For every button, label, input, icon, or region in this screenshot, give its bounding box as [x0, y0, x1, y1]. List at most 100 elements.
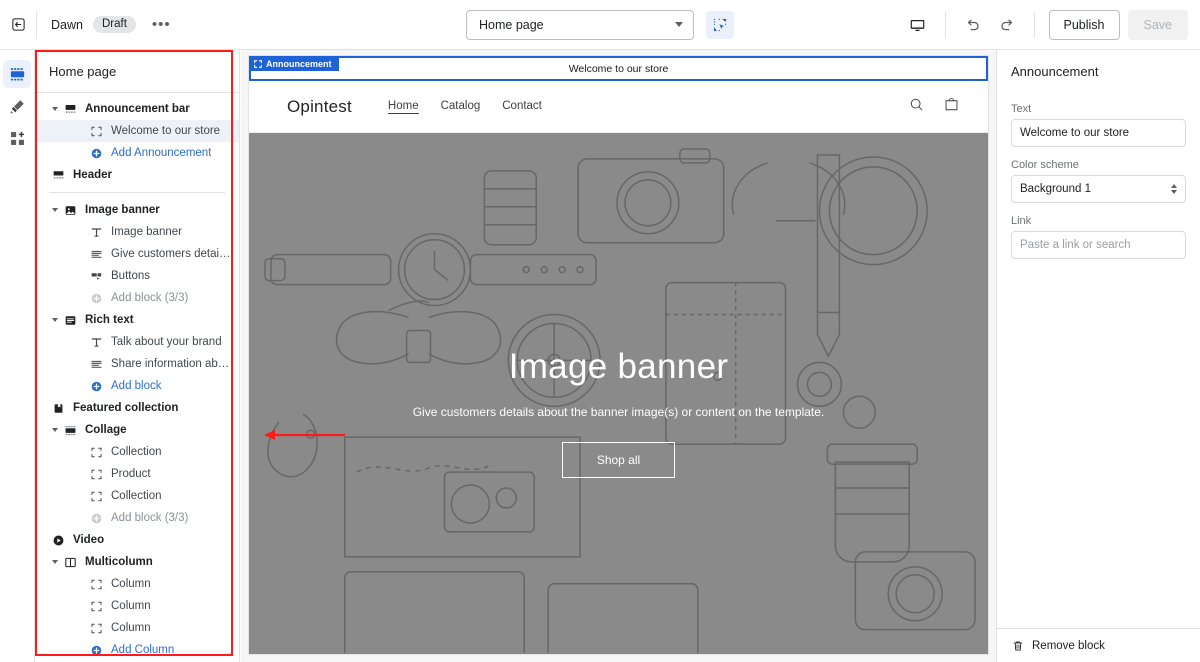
- inspector-toggle-button[interactable]: [706, 10, 734, 39]
- multicolumn-icon-wrap: [61, 553, 79, 571]
- announcement-bar-icon: [65, 104, 75, 113]
- buttons-icon: [91, 272, 101, 282]
- sidebar-block-row[interactable]: Collection: [35, 441, 239, 463]
- undo-button[interactable]: [956, 8, 990, 42]
- video-play-icon-wrap: [49, 531, 67, 549]
- video-play-icon: [53, 535, 63, 545]
- block-brackets-icon: [90, 579, 102, 589]
- page-selector-value: Home page: [479, 17, 544, 32]
- color-scheme-select[interactable]: Background 1: [1011, 175, 1186, 203]
- image-icon: [65, 205, 75, 215]
- rail-item-apps[interactable]: [3, 124, 31, 152]
- block-brackets-icon: [90, 126, 102, 136]
- sidebar-row-label: Column: [111, 600, 151, 612]
- sidebar-block-row[interactable]: Column: [35, 595, 239, 617]
- store-nav: Home Catalog Contact: [387, 100, 542, 114]
- circle-plus-icon-wrap: [87, 641, 105, 659]
- undo-arrow-icon: [967, 19, 979, 31]
- sidebar-row-label: Rich text: [85, 314, 134, 326]
- sidebar-row-label: Share information about you…: [111, 358, 231, 370]
- link-field-label: Link: [1011, 215, 1032, 227]
- preview-image-banner-section[interactable]: Image banner Give customers details abou…: [249, 133, 988, 654]
- chevron-down-icon[interactable]: [49, 318, 61, 322]
- save-button[interactable]: Save: [1127, 10, 1188, 40]
- chevron-down-icon: [675, 22, 683, 27]
- more-actions-button[interactable]: •••: [146, 15, 177, 35]
- sidebar-block-row[interactable]: Give customers details abou…: [35, 243, 239, 265]
- search-icon[interactable]: [908, 96, 925, 118]
- sidebar-section-row[interactable]: Multicolumn: [35, 551, 239, 573]
- sidebar-row-label: Column: [111, 622, 151, 634]
- circle-plus-icon-wrap: [87, 144, 105, 162]
- circle-plus-icon-wrap: [87, 377, 105, 395]
- sidebar-add-row[interactable]: Add block (3/3): [35, 507, 239, 529]
- chevron-down-icon[interactable]: [49, 107, 61, 111]
- sidebar-block-row[interactable]: Buttons: [35, 265, 239, 287]
- sidebar-row-label: Column: [111, 578, 151, 590]
- settings-panel-title: Announcement: [1011, 64, 1099, 79]
- image-icon-wrap: [61, 201, 79, 219]
- sidebar-block-row[interactable]: Column: [35, 617, 239, 639]
- chevron-down-icon[interactable]: [49, 560, 61, 564]
- sidebar-row-label: Add Column: [111, 644, 175, 656]
- rail-item-theme-settings[interactable]: [3, 92, 31, 120]
- store-logo[interactable]: Opintest: [287, 97, 352, 117]
- paragraph-lines-icon: [90, 250, 102, 258]
- store-nav-item[interactable]: Home: [387, 100, 419, 114]
- sidebar-row-label: Add Announcement: [111, 147, 212, 159]
- sidebar-row-label: Image banner: [85, 204, 160, 216]
- sidebar-add-row[interactable]: Add block (3/3): [35, 287, 239, 309]
- buttons-icon-wrap: [87, 267, 105, 285]
- trash-icon: [1013, 640, 1023, 651]
- announcement-text-input[interactable]: [1011, 119, 1186, 147]
- link-input[interactable]: [1011, 231, 1186, 259]
- rich-text-icon: [65, 315, 75, 325]
- rail-item-sections[interactable]: [3, 60, 31, 88]
- preview-announcement-bar[interactable]: Announcement Welcome to our store: [249, 56, 988, 81]
- shopping-bag-icon[interactable]: [943, 96, 960, 118]
- sidebar-section-row[interactable]: Video: [35, 529, 239, 551]
- block-brackets-icon: [90, 491, 102, 501]
- announcement-bar-icon-wrap: [61, 100, 79, 118]
- sidebar-section-row[interactable]: Collage: [35, 419, 239, 441]
- sidebar-block-row[interactable]: Share information about you…: [35, 353, 239, 375]
- sidebar-add-row[interactable]: Add Column: [35, 639, 239, 661]
- sidebar-block-row[interactable]: Product: [35, 463, 239, 485]
- remove-block-button[interactable]: Remove block: [997, 628, 1200, 662]
- sidebar-section-row[interactable]: Image banner: [35, 199, 239, 221]
- collage-icon-wrap: [61, 421, 79, 439]
- hero-title: Image banner: [508, 347, 729, 386]
- store-nav-item[interactable]: Catalog: [441, 100, 481, 114]
- hero-subtitle: Give customers details about the banner …: [412, 404, 825, 419]
- sidebar-block-row[interactable]: Image banner: [35, 221, 239, 243]
- sidebar-section-row[interactable]: Rich text: [35, 309, 239, 331]
- sidebar-add-row[interactable]: Add Announcement: [35, 142, 239, 164]
- publish-button[interactable]: Publish: [1048, 10, 1120, 40]
- sidebar-block-row[interactable]: Collection: [35, 485, 239, 507]
- redo-arrow-icon: [1000, 19, 1012, 31]
- sidebar-row-label: Add block: [111, 380, 162, 392]
- sidebar-section-row[interactable]: Header: [35, 164, 239, 186]
- sidebar-add-row[interactable]: Add block: [35, 375, 239, 397]
- exit-editor-button[interactable]: [0, 0, 36, 50]
- settings-fields: Text Color scheme Background 1 Link: [997, 103, 1200, 259]
- store-nav-item[interactable]: Contact: [502, 100, 542, 114]
- sidebar-section-row[interactable]: Announcement bar: [35, 98, 239, 120]
- device-preview-button[interactable]: [901, 8, 935, 42]
- theme-settings-brush-icon: [9, 99, 24, 114]
- sidebar-block-row[interactable]: Welcome to our store: [35, 120, 239, 142]
- sidebar-section-row[interactable]: Featured collection: [35, 397, 239, 419]
- hero-shop-all-button[interactable]: Shop all: [561, 441, 676, 478]
- sidebar-block-row[interactable]: Column: [35, 573, 239, 595]
- sidebar-divider: [49, 192, 225, 193]
- redo-button[interactable]: [990, 8, 1024, 42]
- block-brackets-icon: [90, 623, 102, 633]
- circle-plus-icon: [91, 645, 101, 655]
- chevron-down-icon[interactable]: [49, 428, 61, 432]
- sidebar-block-row[interactable]: Talk about your brand: [35, 331, 239, 353]
- block-brackets-icon: [90, 447, 102, 457]
- chevron-down-icon[interactable]: [49, 208, 61, 212]
- sidebar-row-label: Collection: [111, 446, 162, 458]
- sidebar-row-label: Buttons: [111, 270, 150, 282]
- page-selector[interactable]: Home page: [466, 9, 694, 40]
